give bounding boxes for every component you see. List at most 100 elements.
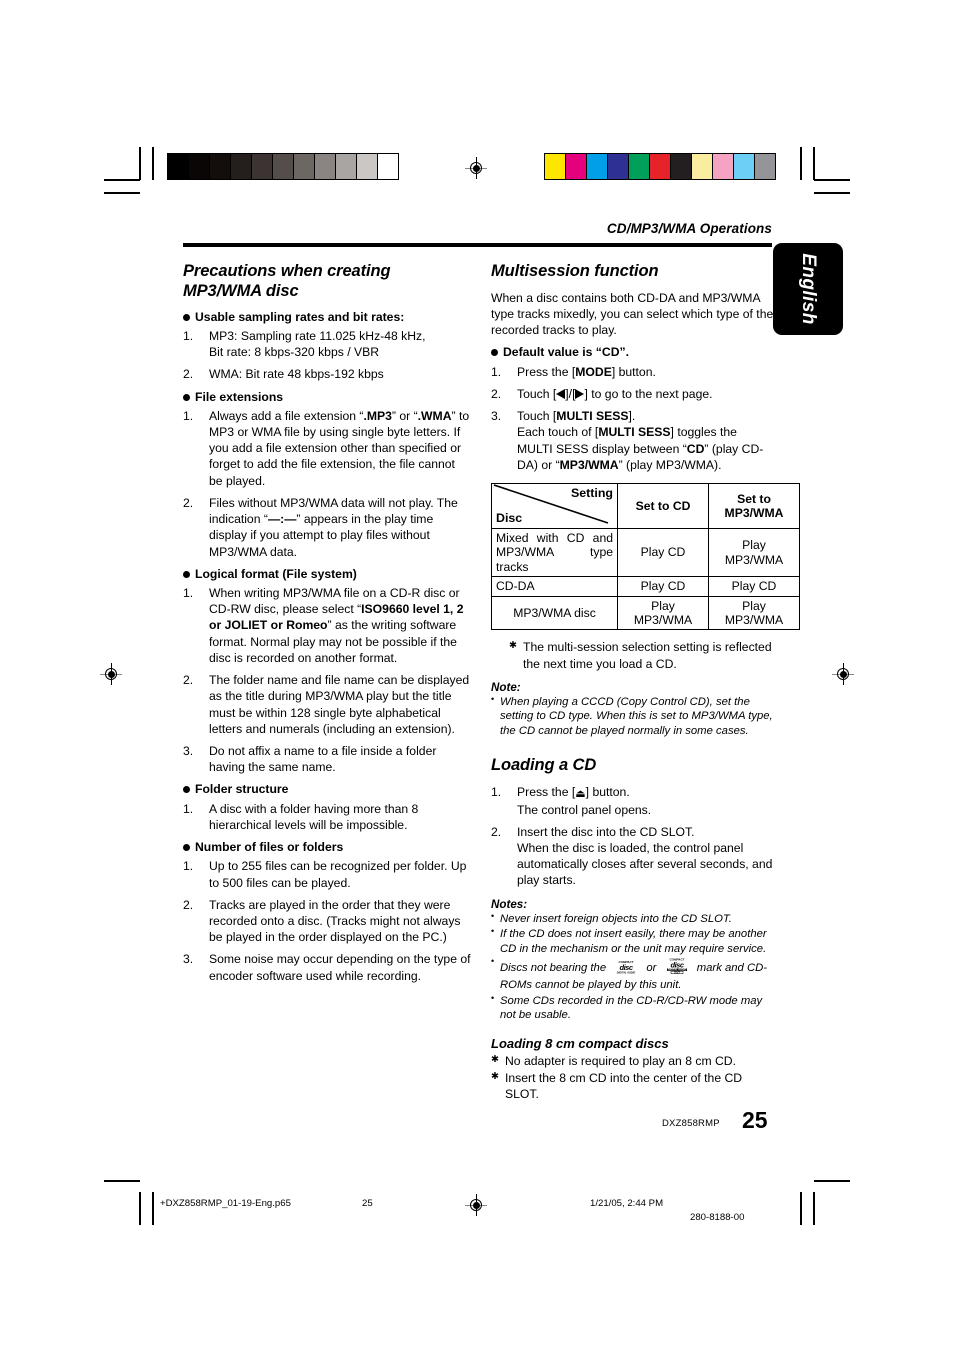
running-head: CD/MP3/WMA Operations — [606, 221, 772, 236]
step-number: 1. — [183, 408, 194, 423]
bullet-dot-icon — [491, 349, 498, 357]
table-cell-set-to-cd: Play CD — [617, 576, 709, 597]
bullet-dot-icon — [183, 570, 190, 578]
page-title: Precautions when creating MP3/WMA disc — [183, 262, 391, 300]
table-row: Mixed with CD and MP3/WMA type tracks Pl… — [491, 528, 800, 578]
step-number: 2. — [491, 386, 502, 401]
footer-date-time: 1/21/05, 2:44 PM — [590, 1198, 664, 1209]
svg-text:disc: disc — [620, 963, 634, 972]
footer-doc-code: 280-8188-00 — [690, 1212, 745, 1223]
right-column: Multisession function When a disc contai… — [491, 262, 800, 1104]
multisession-title: Multisession function — [491, 262, 659, 280]
bullet-heading-label: Usable sampling rates and bit rates: — [195, 309, 405, 324]
bullet-section-items: 1. A disc with a folder having more than … — [183, 801, 471, 833]
footer-model: DXZ858RMP — [662, 1118, 720, 1129]
step-number: 2. — [183, 367, 194, 382]
compact-disc-text-logo-icon: COMPACT disc DIGITAL AUDIO TEXT — [662, 957, 692, 978]
table-cell-set-to-cd: Play MP3/WMA — [617, 595, 709, 631]
step-text: Do not affix a name to a file inside a f… — [209, 743, 437, 775]
star-item: Insert the 8 cm CD into the center of th… — [491, 1070, 774, 1102]
bullet-heading-label: File extensions — [195, 389, 284, 404]
left-column-sections: Usable sampling rates and bit rates: 1. MP… — [183, 310, 471, 984]
step-text: WMA: Bit rate 48 kbps-192 kbps — [209, 367, 384, 382]
step-number: 1. — [183, 859, 194, 874]
bullet-heading-label: Default value is “CD”. — [503, 345, 629, 360]
numbered-step: 1. Press the [MODE] button. — [491, 364, 774, 380]
numbered-step: 3. Do not affix a name to a file inside a… — [183, 743, 471, 775]
bullet-heading-label: Number of files or folders — [195, 840, 344, 855]
numbered-step: 2. Touch []/[] to go to the next page. — [491, 386, 774, 402]
svg-text:TEXT: TEXT — [674, 972, 680, 974]
numbered-step: 1. MP3: Sampling rate 11.025 kHz-48 kHz, B… — [183, 328, 471, 360]
step-number: 2. — [183, 897, 194, 912]
star-item: No adapter is required to play an 8 cm C… — [491, 1053, 774, 1069]
numbered-step: 3. Some noise may occur depending on the … — [183, 951, 471, 983]
numbered-step: 2. The folder name and file name can be d… — [183, 672, 471, 737]
svg-text:disc: disc — [670, 961, 684, 970]
compact-disc-digital-audio-logo-icon: COMPACT disc DIGITAL AUDIO — [611, 959, 641, 978]
step-text: MP3: Sampling rate 11.025 kHz-48 kHz, Bit… — [209, 328, 426, 360]
multisession-notes: When playing a CCCD (Copy Control CD), s… — [491, 694, 774, 738]
note-item: Never insert foreign objects into the CD… — [491, 911, 774, 926]
bullet-section-items: 1. When writing MP3/WMA file on a CD-R di… — [183, 585, 471, 775]
note-item: Some CDs recorded in the CD-R/CD-RW mode… — [491, 993, 774, 1023]
step-text: Files without MP3/WMA data will not play… — [209, 495, 458, 559]
step-text: Press the [MODE] button. — [517, 364, 656, 379]
numbered-step: 1. When writing MP3/WMA file on a CD-R di… — [183, 585, 471, 666]
table-corner-disc-label: Disc — [496, 511, 523, 526]
bullet-dot-icon — [183, 313, 190, 321]
manual-page: CD/MP3/WMA Operations English Precaution… — [0, 0, 954, 1351]
multisession-intro: When a disc contains both CD-DA and MP3/… — [491, 290, 774, 338]
bullet-heading-label: Folder structure — [195, 782, 289, 797]
bullet-heading: Number of files or folders — [183, 840, 471, 855]
bullet-section-items: 1. Up to 255 files can be recognized per … — [183, 858, 471, 984]
step-text: Always add a file extension “.MP3” or “.… — [209, 408, 470, 488]
language-tab-label: English — [798, 253, 819, 325]
step-text: The folder name and file name can be dis… — [209, 673, 470, 736]
header-rule — [183, 243, 772, 247]
table-row: CD-DA Play CD Play CD — [491, 576, 800, 597]
table-col-header-set-to-cd: Set to CD — [617, 483, 709, 530]
step-number: 3. — [183, 952, 194, 967]
loading-cd-steps: 1. Press the [⏏] button. The control panel… — [491, 784, 774, 889]
language-tab: English — [773, 243, 843, 335]
table-cell-set-to-mp3wma: Play CD — [708, 576, 800, 597]
step-text: Up to 255 files can be recognized per fo… — [209, 859, 467, 890]
numbered-step: 2. WMA: Bit rate 48 kbps-192 kbps — [183, 366, 471, 382]
loading-cd-notes: Never insert foreign objects into the CD… — [491, 911, 774, 1023]
step-text: When writing MP3/WMA file on a CD-R disc… — [209, 585, 464, 665]
note-item: Discs not bearing the COMPACTdiscDIGITAL… — [491, 956, 774, 993]
note-item: When playing a CCCD (Copy Control CD), s… — [491, 694, 774, 738]
step-text: Tracks are played in the order that they… — [209, 897, 461, 945]
bullet-dot-icon — [183, 844, 190, 852]
bullet-section-items: 1. MP3: Sampling rate 11.025 kHz-48 kHz, B… — [183, 328, 471, 383]
table-col-header-set-to-mp3wma: Set to MP3/WMA — [708, 483, 800, 530]
table-header-row: Setting Disc Set to CD Set to MP3/WMA — [491, 483, 800, 530]
numbered-step: 2. Tracks are played in the order that th… — [183, 897, 471, 946]
note-item: If the CD does not insert easily, there … — [491, 926, 774, 956]
multisession-note-title: Note: — [491, 680, 521, 694]
svg-text:DIGITAL AUDIO: DIGITAL AUDIO — [617, 972, 635, 975]
table-cell-disc: Mixed with CD and MP3/WMA type tracks — [491, 528, 618, 578]
step-number: 1. — [183, 801, 194, 816]
step-text: Some noise may occur depending on the ty… — [209, 952, 471, 983]
table-cell-set-to-mp3wma: Play MP3/WMA — [708, 528, 800, 578]
numbered-step: 2. Insert the disc into the CD SLOT. When … — [491, 824, 774, 889]
bullet-heading-label: Logical format (File system) — [195, 566, 357, 581]
numbered-step: 2. Files without MP3/WMA data will not pl… — [183, 495, 471, 560]
table-corner-cell: Setting Disc — [491, 483, 618, 530]
step-text: Touch [MULTI SESS]. Each touch of [MULTI … — [517, 409, 764, 472]
step-text: A disc with a folder having more than 8 … — [209, 801, 419, 832]
footer-page-marker: 25 — [362, 1198, 373, 1209]
step-number: 1. — [183, 328, 194, 343]
bullet-heading: Logical format (File system) — [183, 567, 471, 582]
table-row: MP3/WMA disc Play MP3/WMA Play MP3/WMA — [491, 595, 800, 631]
multisession-table: Setting Disc Set to CD Set to MP3/WMA Mi… — [491, 483, 800, 631]
table-cell-disc: CD-DA — [491, 576, 618, 597]
step-number: 1. — [183, 585, 194, 600]
step-number: 3. — [491, 409, 502, 424]
table-cell-set-to-cd: Play CD — [617, 528, 709, 578]
numbered-step: 1. Up to 255 files can be recognized per … — [183, 858, 471, 890]
bullet-heading: Usable sampling rates and bit rates: — [183, 310, 471, 325]
left-column: Precautions when creating MP3/WMA disc U… — [183, 262, 471, 990]
